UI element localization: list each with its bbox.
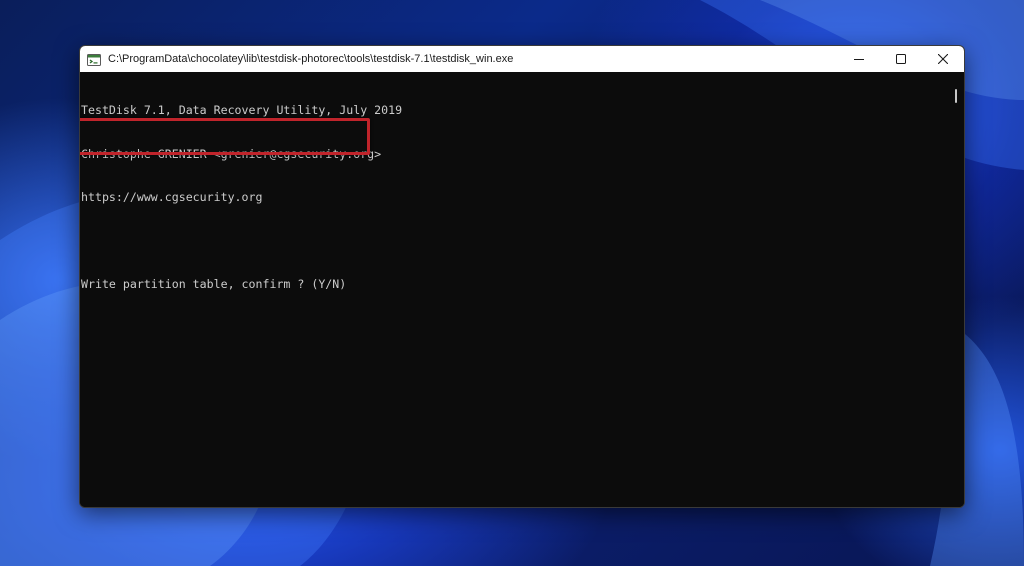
maximize-icon <box>896 54 906 64</box>
highlight-annotation-box <box>80 118 370 155</box>
minimize-button[interactable] <box>838 46 880 72</box>
close-icon <box>938 54 948 64</box>
terminal-line-website: https://www.cgsecurity.org <box>81 190 263 204</box>
close-button[interactable] <box>922 46 964 72</box>
terminal-output-area[interactable]: TestDisk 7.1, Data Recovery Utility, Jul… <box>80 72 964 507</box>
desktop-wallpaper: C:\ProgramData\chocolatey\lib\testdisk-p… <box>0 0 1024 566</box>
terminal-text: TestDisk 7.1, Data Recovery Utility, Jul… <box>81 74 402 321</box>
title-bar[interactable]: C:\ProgramData\chocolatey\lib\testdisk-p… <box>80 46 964 72</box>
terminal-line-app-banner: TestDisk 7.1, Data Recovery Utility, Jul… <box>81 103 403 117</box>
terminal-line-confirm-prompt: Write partition table, confirm ? (Y/N) <box>81 277 347 291</box>
terminal-window[interactable]: C:\ProgramData\chocolatey\lib\testdisk-p… <box>79 45 965 508</box>
window-controls <box>838 46 964 72</box>
console-app-icon <box>87 52 101 66</box>
window-title: C:\ProgramData\chocolatey\lib\testdisk-p… <box>108 53 514 65</box>
scrollbar-thumb[interactable] <box>955 89 957 103</box>
vertical-scrollbar[interactable] <box>948 72 964 507</box>
minimize-icon <box>854 59 864 60</box>
maximize-button[interactable] <box>880 46 922 72</box>
